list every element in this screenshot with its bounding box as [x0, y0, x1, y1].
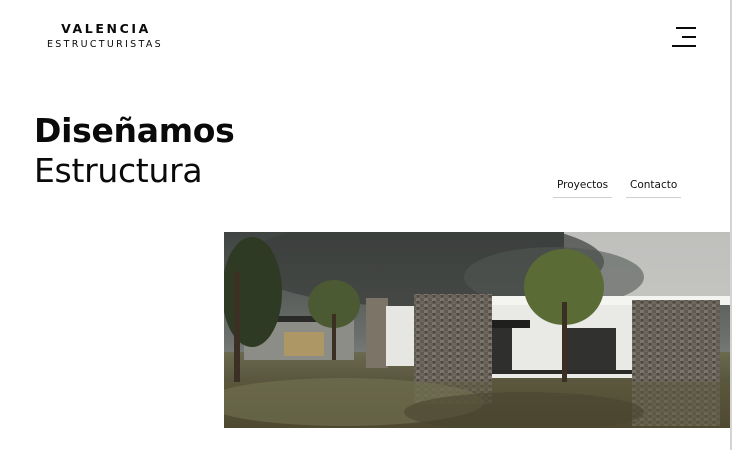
menu-bar-bottom	[672, 45, 696, 47]
hero-architecture-image	[224, 232, 730, 428]
brand-logo[interactable]: VALENCIA ESTRUCTURISTAS	[34, 22, 176, 51]
brand-name: VALENCIA	[61, 21, 151, 36]
menu-bar-middle	[682, 36, 696, 38]
hamburger-menu-icon[interactable]	[672, 26, 696, 48]
menu-bar-top	[676, 27, 696, 29]
hero-title: Diseñamos Estructura	[34, 111, 235, 191]
nav-link-proyectos[interactable]: Proyectos	[553, 178, 613, 198]
brand-tagline: ESTRUCTURISTAS	[46, 39, 163, 50]
hero-title-bold: Diseñamos	[34, 111, 235, 150]
nav-link-contacto[interactable]: Contacto	[626, 178, 682, 198]
hero-title-regular: Estructura	[34, 151, 203, 190]
